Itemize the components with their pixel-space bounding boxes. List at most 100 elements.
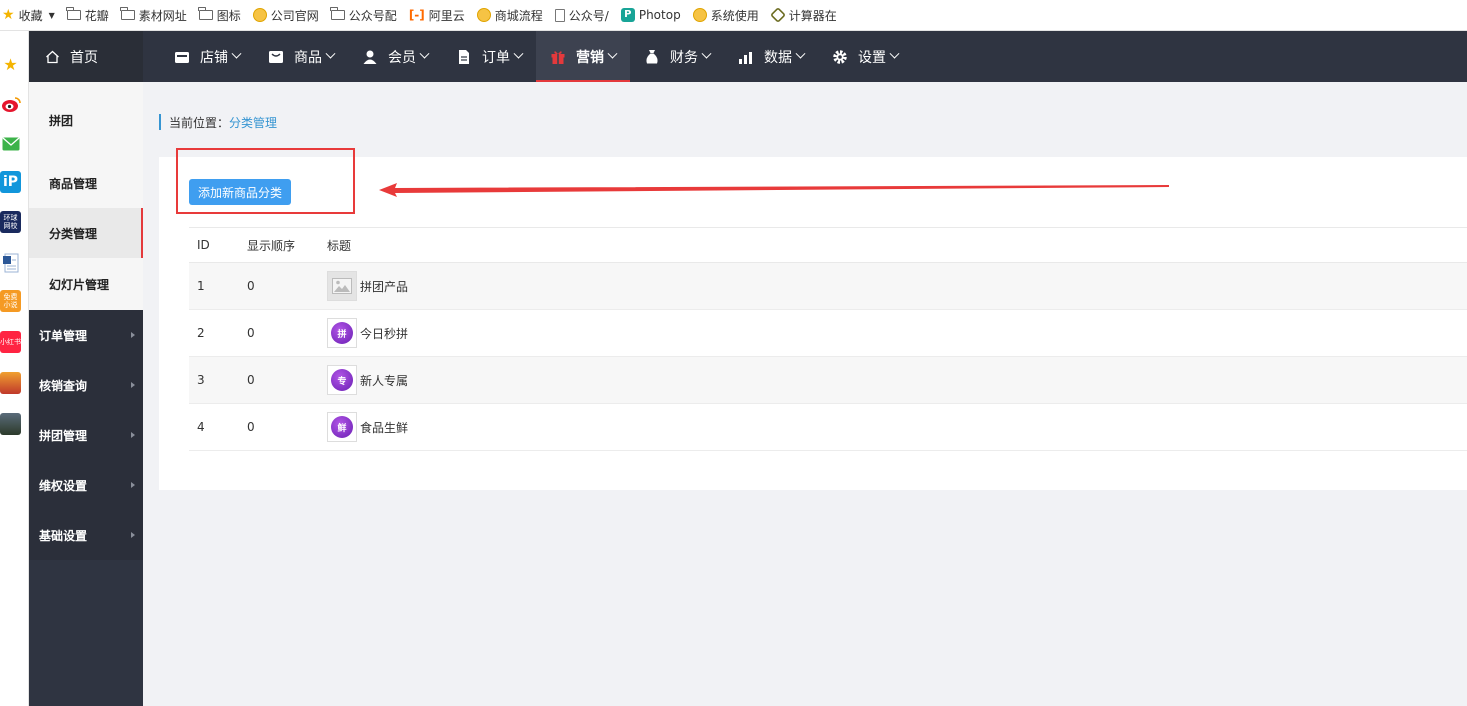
bookmark-favorites[interactable]: ★ 收藏 ▼ xyxy=(2,7,55,24)
table-row: 3 0 专 新人专属 xyxy=(189,356,1467,404)
image-placeholder-icon xyxy=(327,271,357,301)
column-header-id: ID xyxy=(189,227,239,263)
caret-right-icon xyxy=(131,482,135,488)
bookmark-item[interactable]: P Photop xyxy=(620,8,681,22)
mail-icon[interactable] xyxy=(0,133,21,155)
weibo-icon[interactable] xyxy=(0,93,21,115)
caret-right-icon xyxy=(131,532,135,538)
category-thumbnail: 拼 xyxy=(327,318,357,348)
gift-icon xyxy=(551,50,565,64)
annotation-arrow xyxy=(379,183,1169,197)
folder-icon xyxy=(198,7,213,20)
money-bag-icon xyxy=(646,49,658,63)
game-icon[interactable] xyxy=(0,413,21,435)
folder-icon xyxy=(330,7,345,20)
nav-settings[interactable]: 设置 xyxy=(818,31,912,82)
cell-order: 0 xyxy=(239,262,319,310)
caret-down-icon: ▼ xyxy=(48,10,55,20)
top-navigation: 首页 店铺 商品 会员 订单 营销 财务 数据 设置 xyxy=(29,31,1467,82)
cell-title: 今日秒拼 xyxy=(360,326,409,341)
cell-order: 0 xyxy=(239,309,319,357)
sub-navigation: 拼团 商品管理 分类管理 幻灯片管理 xyxy=(29,82,143,310)
goods-icon xyxy=(269,50,283,63)
chevron-down-icon xyxy=(231,48,242,59)
bookmark-item[interactable]: 商城流程 xyxy=(476,7,543,24)
chevron-down-icon xyxy=(607,48,618,59)
chevron-down-icon xyxy=(325,48,336,59)
nav-member[interactable]: 会员 xyxy=(348,31,442,82)
subnav-item-group-buy[interactable]: 拼团 xyxy=(29,82,143,158)
subnav-item-goods-management[interactable]: 商品管理 xyxy=(29,158,143,208)
sidebar: 拼团 商品管理 分类管理 幻灯片管理 订单管理 核销查询 拼团管理 维权设置 基… xyxy=(29,82,143,706)
globe-network-icon[interactable]: 环球 网校 xyxy=(0,211,21,233)
subnav-item-category-management[interactable]: 分类管理 xyxy=(29,208,143,258)
game-icon[interactable] xyxy=(0,372,21,394)
globe-icon xyxy=(692,8,707,22)
sidebar-item-order-management[interactable]: 订单管理 xyxy=(29,310,143,360)
chevron-down-icon xyxy=(889,48,900,59)
user-icon xyxy=(363,50,377,64)
bookmark-item[interactable]: 图标 xyxy=(198,7,241,24)
bookmark-item[interactable]: 公众号配 xyxy=(330,7,397,24)
sidebar-item-group-management[interactable]: 拼团管理 xyxy=(29,410,143,460)
home-icon xyxy=(46,50,59,63)
breadcrumb-current[interactable]: 分类管理 xyxy=(229,114,277,131)
browser-side-strip: ★ iP 环球 网校 免费 小说 小红书 xyxy=(0,31,29,706)
photopea-icon: P xyxy=(620,8,635,22)
cell-order: 0 xyxy=(239,356,319,404)
chevron-down-icon xyxy=(513,48,524,59)
nav-finance[interactable]: 财务 xyxy=(630,31,724,82)
globe-icon xyxy=(252,8,267,22)
table-row: 1 0 拼团产品 xyxy=(189,262,1467,310)
document-icon xyxy=(554,8,565,22)
bookmark-item[interactable]: 计算器在 xyxy=(769,7,837,24)
caret-right-icon xyxy=(131,432,135,438)
subnav-item-slideshow-management[interactable]: 幻灯片管理 xyxy=(29,258,143,310)
cell-title: 食品生鲜 xyxy=(360,420,409,435)
table-row: 2 0 拼 今日秒拼 xyxy=(189,309,1467,357)
pinduoduo-icon[interactable]: iP xyxy=(0,171,21,193)
calculator-icon xyxy=(769,7,786,23)
sidebar-item-verification-query[interactable]: 核销查询 xyxy=(29,360,143,410)
nav-data[interactable]: 数据 xyxy=(724,31,818,82)
category-table: ID 显示顺序 标题 1 0 拼团产品 2 0 拼 今日秒拼 3 0 专 新人专… xyxy=(189,227,1467,451)
column-header-order: 显示顺序 xyxy=(239,227,319,263)
cell-id: 3 xyxy=(189,356,239,404)
xiaohongshu-icon[interactable]: 小红书 xyxy=(0,331,21,353)
globe-icon xyxy=(476,8,491,22)
gear-icon xyxy=(833,49,847,64)
star-icon[interactable]: ★ xyxy=(0,53,21,75)
bookmark-item[interactable]: 素材网址 xyxy=(120,7,187,24)
chevron-down-icon xyxy=(701,48,712,59)
word-doc-icon[interactable] xyxy=(0,252,21,274)
sidebar-item-basic-settings[interactable]: 基础设置 xyxy=(29,510,143,560)
nav-goods[interactable]: 商品 xyxy=(254,31,348,82)
add-category-button[interactable]: 添加新商品分类 xyxy=(189,179,291,205)
bookmark-item[interactable]: 花瓣 xyxy=(66,7,109,24)
nav-order[interactable]: 订单 xyxy=(442,31,536,82)
cell-title: 拼团产品 xyxy=(360,279,409,294)
bookmark-item[interactable]: 系统使用 xyxy=(692,7,759,24)
novel-icon[interactable]: 免费 小说 xyxy=(0,290,21,312)
sidebar-item-rights-settings[interactable]: 维权设置 xyxy=(29,460,143,510)
category-thumbnail: 鲜 xyxy=(327,412,357,442)
nav-marketing[interactable]: 营销 xyxy=(536,31,630,82)
cell-id: 4 xyxy=(189,403,239,451)
bookmark-item[interactable]: 公司官网 xyxy=(252,7,319,24)
nav-store[interactable]: 店铺 xyxy=(160,31,254,82)
cell-title: 新人专属 xyxy=(360,373,409,388)
store-icon xyxy=(175,51,189,63)
bookmarks-bar: ★ 收藏 ▼ 花瓣 素材网址 图标 公司官网 公众号配 [-] 阿里云 商城流程 … xyxy=(0,0,1467,31)
star-icon: ★ xyxy=(2,7,15,23)
bookmark-item[interactable]: [-] 阿里云 xyxy=(409,7,465,24)
chart-icon xyxy=(739,51,752,64)
cell-id: 2 xyxy=(189,309,239,357)
column-header-title: 标题 xyxy=(319,227,1467,263)
category-panel: 添加新商品分类 ID 显示顺序 标题 1 0 拼团产品 2 0 拼 今日秒拼 3… xyxy=(159,148,1467,490)
nav-home[interactable]: 首页 xyxy=(29,31,143,82)
bookmark-item[interactable]: 公众号/ xyxy=(554,7,609,24)
folder-icon xyxy=(66,7,81,20)
chevron-down-icon xyxy=(795,48,806,59)
category-thumbnail: 专 xyxy=(327,365,357,395)
caret-right-icon xyxy=(131,382,135,388)
